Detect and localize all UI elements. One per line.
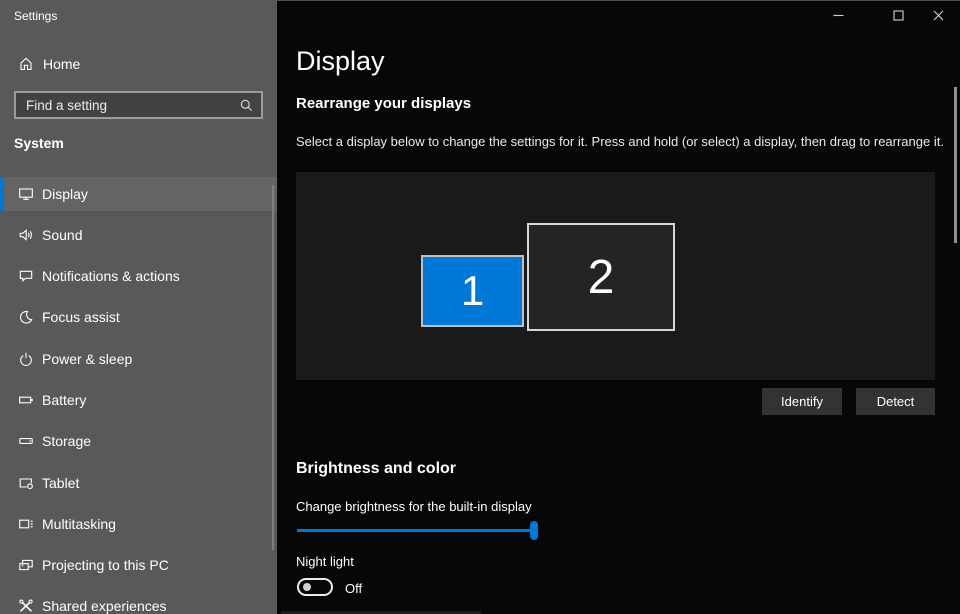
minimize-icon <box>833 10 844 21</box>
close-button[interactable] <box>918 0 958 30</box>
brightness-slider-thumb[interactable] <box>530 521 538 540</box>
app-title: Settings <box>14 9 57 23</box>
brightness-slider-fill <box>297 529 538 532</box>
sidebar-item-focus-assist[interactable]: Focus assist <box>0 300 277 334</box>
sidebar-section-system: System <box>14 135 64 151</box>
sidebar-item-shared-experiences[interactable]: Shared experiences <box>0 589 277 614</box>
detect-button[interactable]: Detect <box>856 388 935 415</box>
storage-icon <box>18 433 34 449</box>
close-icon <box>933 10 944 21</box>
sidebar-item-label: Notifications & actions <box>42 268 180 284</box>
focus-assist-icon <box>18 309 34 325</box>
sidebar-item-label: Multitasking <box>42 516 116 532</box>
sidebar-item-label: Power & sleep <box>42 351 132 367</box>
sidebar-item-notifications[interactable]: Notifications & actions <box>0 259 277 293</box>
maximize-button[interactable] <box>878 0 918 30</box>
sidebar-item-label: Tablet <box>42 475 79 491</box>
main-content: Display Rearrange your displays Select a… <box>277 0 960 614</box>
selected-accent-bar <box>0 177 4 211</box>
multitasking-icon <box>18 516 34 532</box>
sidebar-item-label: Focus assist <box>42 309 120 325</box>
page-title: Display <box>296 46 385 77</box>
sidebar-item-tablet[interactable]: Tablet <box>0 466 277 500</box>
sidebar-item-projecting[interactable]: Projecting to this PC <box>0 548 277 582</box>
battery-icon <box>18 392 34 408</box>
identify-button[interactable]: Identify <box>762 388 842 415</box>
brightness-heading: Brightness and color <box>296 460 456 478</box>
sidebar-item-multitasking[interactable]: Multitasking <box>0 507 277 541</box>
search-box <box>14 91 263 119</box>
sidebar-item-label: Battery <box>42 392 86 408</box>
monitor-2-number: 2 <box>588 250 615 305</box>
night-light-state: Off <box>345 581 362 596</box>
monitor-2[interactable]: 2 <box>527 223 675 331</box>
monitor-1-number: 1 <box>461 267 484 315</box>
display-icon <box>18 186 34 202</box>
projecting-icon <box>18 557 34 573</box>
minimize-button[interactable] <box>818 0 858 30</box>
notifications-icon <box>18 268 34 284</box>
main-scrollbar[interactable] <box>954 87 957 243</box>
sidebar: Settings Home System Display <box>0 0 277 614</box>
toggle-knob <box>303 583 311 591</box>
tablet-icon <box>18 475 34 491</box>
sound-icon <box>18 227 34 243</box>
power-icon <box>18 351 34 367</box>
sidebar-item-battery[interactable]: Battery <box>0 383 277 417</box>
display-arrangement-panel: 1 2 <box>296 172 935 380</box>
night-light-toggle[interactable] <box>297 578 333 596</box>
rearrange-description: Select a display below to change the set… <box>296 134 944 149</box>
sidebar-item-label: Home <box>43 56 80 72</box>
sidebar-item-sound[interactable]: Sound <box>0 218 277 252</box>
search-icon[interactable] <box>239 98 254 113</box>
night-light-label: Night light <box>296 554 354 569</box>
search-input[interactable] <box>16 93 261 117</box>
sidebar-item-storage[interactable]: Storage <box>0 424 277 458</box>
monitor-1[interactable]: 1 <box>421 255 524 327</box>
brightness-slider-label: Change brightness for the built-in displ… <box>296 499 532 514</box>
maximize-icon <box>893 10 904 21</box>
sidebar-item-display[interactable]: Display <box>0 177 277 211</box>
sidebar-item-label: Display <box>42 186 88 202</box>
sidebar-item-label: Projecting to this PC <box>42 557 169 573</box>
sidebar-item-label: Sound <box>42 227 82 243</box>
brightness-slider[interactable] <box>297 520 538 540</box>
rearrange-heading: Rearrange your displays <box>296 95 471 112</box>
shared-experiences-icon <box>18 598 34 614</box>
sidebar-item-power-sleep[interactable]: Power & sleep <box>0 342 277 376</box>
sidebar-item-label: Storage <box>42 433 91 449</box>
sidebar-scrollbar[interactable] <box>272 185 274 550</box>
home-icon <box>18 56 34 72</box>
sidebar-item-label: Shared experiences <box>42 598 167 614</box>
sidebar-item-home[interactable]: Home <box>0 50 277 78</box>
settings-window: Settings Home System Display <box>0 0 960 614</box>
